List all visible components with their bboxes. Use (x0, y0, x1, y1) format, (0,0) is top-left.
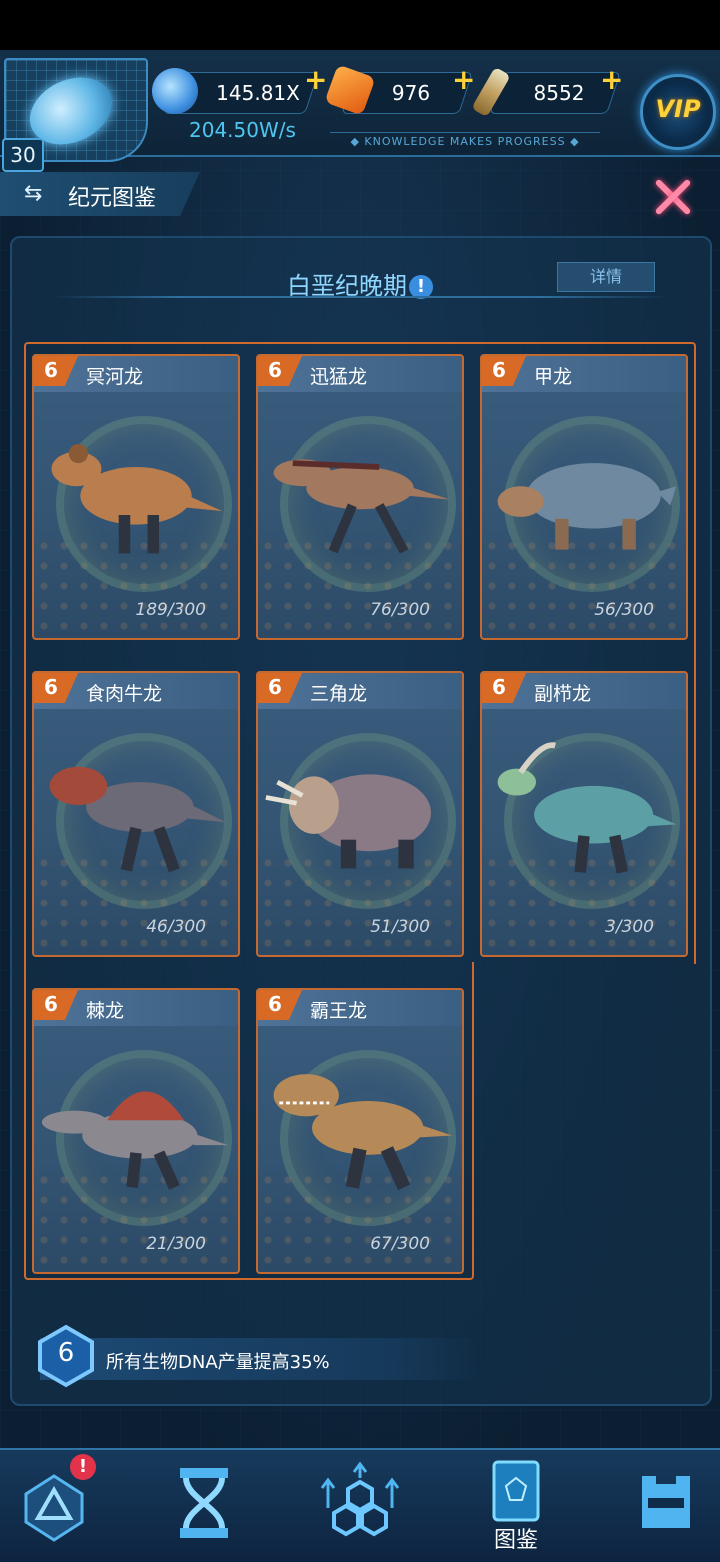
add-amber-button[interactable]: + (452, 66, 475, 94)
slogan-text: ◆ KNOWLEDGE MAKES PROGRESS ◆ (330, 132, 600, 151)
serum-value: 8552 (533, 81, 585, 105)
dinosaur-name: 食肉牛龙 (86, 683, 163, 705)
close-button[interactable] (652, 176, 694, 218)
dna-progress-count: 3/300 (605, 917, 654, 937)
status-bar (0, 0, 720, 50)
dinosaur-name: 迅猛龙 (310, 366, 368, 388)
dna-progress-count: 56/300 (594, 600, 654, 620)
dna-progress-count: 67/300 (370, 1234, 430, 1254)
amber-resource[interactable]: 976 + (324, 64, 480, 116)
bonus-level: 6 (57, 1338, 75, 1368)
dinosaur-card[interactable]: 6 迅猛龙 76/300 (256, 354, 464, 640)
dinosaur-card[interactable]: 6 棘龙 21/300 (32, 988, 240, 1274)
nav-item-codex[interactable]: 图鉴 (466, 1458, 566, 1553)
dinosaur-illustration (273, 1074, 453, 1191)
castle-gate-icon (642, 1476, 690, 1528)
dinosaur-illustration (51, 443, 223, 554)
era-divider (52, 296, 668, 298)
dinosaur-name: 副栉龙 (534, 683, 592, 705)
nav-item-castle[interactable] (616, 1458, 716, 1552)
dna-progress-count: 189/300 (135, 600, 206, 620)
bonus-description: 所有生物DNA产量提高35% (106, 1352, 330, 1373)
amber-value: 976 (391, 81, 431, 105)
dna-value: 145.81X (216, 81, 300, 105)
dna-progress-count: 51/300 (370, 917, 430, 937)
add-dna-button[interactable]: + (304, 66, 327, 94)
dinosaur-card[interactable]: 6 三角龙 51/300 (256, 671, 464, 957)
dna-crystal-icon (152, 68, 198, 114)
page-title: 纪元图鉴 (68, 186, 157, 211)
dinosaur-card[interactable]: 6 霸王龙 67/300 (256, 988, 464, 1274)
vip-button[interactable]: VIP (640, 74, 716, 150)
dinosaur-name: 三角龙 (310, 683, 368, 705)
dinosaur-card[interactable]: 6 食肉牛龙 46/300 (32, 671, 240, 957)
dinosaur-illustration (41, 1091, 229, 1190)
dinosaur-name: 冥河龙 (86, 366, 144, 388)
player-level-badge: 30 (2, 138, 44, 172)
dna-resource[interactable]: 145.81X + (152, 66, 332, 114)
dna-progress-count: 21/300 (146, 1234, 206, 1254)
nav-item-lab[interactable] (310, 1458, 410, 1552)
dinosaur-card[interactable]: 6 冥河龙 189/300 (32, 354, 240, 640)
dna-hourglass-icon (180, 1468, 228, 1538)
hexagon-cluster-icon (320, 1461, 400, 1537)
alert-badge: ! (70, 1454, 96, 1480)
nav-item-evolution[interactable] (154, 1458, 254, 1552)
dinosaur-name: 甲龙 (534, 366, 573, 388)
details-button[interactable]: 详情 (557, 262, 655, 292)
nav-label-codex: 图鉴 (493, 1528, 538, 1553)
dinosaur-illustration (265, 774, 432, 869)
dna-progress-count: 76/300 (370, 600, 430, 620)
dinosaur-name: 棘龙 (86, 1000, 125, 1022)
serum-resource[interactable]: 8552 + (471, 66, 628, 118)
dinosaur-illustration (497, 742, 677, 874)
dna-production-rate: 204.50W/s (189, 118, 296, 142)
swap-icon[interactable]: ⇆ (24, 183, 56, 205)
dinosaur-card[interactable]: 6 副栉龙 3/300 (480, 671, 688, 957)
add-serum-button[interactable]: + (600, 66, 623, 94)
dinosaur-illustration (273, 459, 451, 554)
dna-progress-count: 46/300 (146, 917, 206, 937)
vip-label: VIP (655, 95, 701, 123)
dinosaur-illustration (49, 766, 227, 873)
dinosaur-illustration (497, 463, 677, 550)
dinosaur-name: 霸王龙 (310, 1000, 368, 1022)
dinosaur-card[interactable]: 6 甲龙 56/300 (480, 354, 688, 640)
codex-book-icon (492, 1460, 540, 1522)
